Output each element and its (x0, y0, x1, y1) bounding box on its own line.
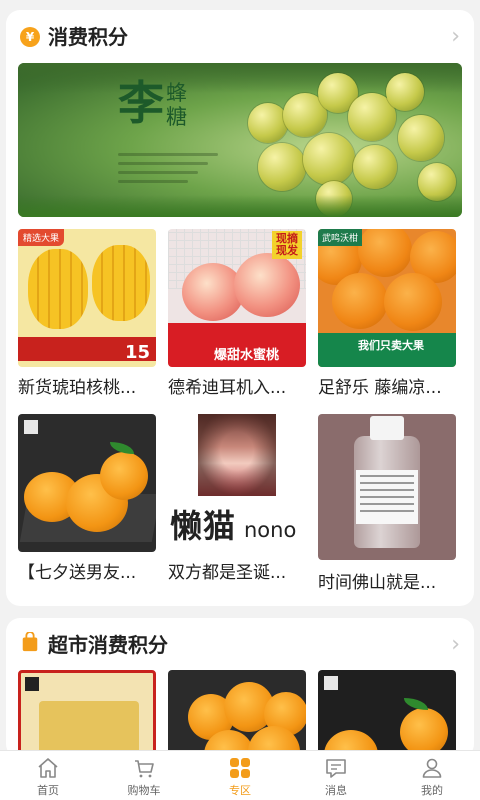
product-name: 新货琥珀核桃... (18, 378, 137, 398)
section-title: 消费积分 (48, 25, 128, 49)
product-card[interactable] (318, 670, 456, 758)
product-image: 现摘现发 爆甜水蜜桃 (168, 229, 306, 367)
tab-cart[interactable]: 购物车 (96, 751, 192, 800)
tab-home[interactable]: 首页 (0, 751, 96, 800)
product-card[interactable] (18, 670, 156, 758)
grid-icon (230, 758, 250, 778)
product-image: 武鸣沃柑 我们只卖大果 (318, 229, 456, 367)
promo-banner[interactable]: 李 蜂糖 (18, 63, 462, 217)
chevron-right-icon[interactable]: › (451, 26, 460, 48)
points-section: ¥ 消费积分 › 李 蜂糖 精选大果 15 新货琥珀核桃... 现摘现发 爆甜水… (6, 10, 474, 606)
product-image (18, 414, 156, 552)
banner-text-lines (118, 153, 218, 189)
bottom-tab-bar: 首页 购物车 专区 消息 我的 (0, 750, 480, 800)
supermarket-points-section: 超市消费积分 › (6, 618, 474, 758)
product-name: 德希迪耳机入... (168, 378, 287, 398)
home-icon (38, 758, 58, 778)
product-card[interactable] (168, 670, 306, 758)
tab-profile[interactable]: 我的 (384, 751, 480, 800)
cart-icon (135, 760, 154, 778)
product-name: 双方都是圣诞... (168, 563, 287, 583)
product-grid (18, 670, 462, 758)
section-title: 超市消费积分 (48, 633, 168, 657)
user-icon (422, 758, 442, 778)
section-header[interactable]: ¥ 消费积分 › (6, 10, 474, 66)
product-image (318, 414, 456, 560)
banner-subtitle: 蜂糖 (166, 81, 187, 129)
tab-messages[interactable]: 消息 (288, 751, 384, 800)
chevron-right-icon[interactable]: › (451, 634, 460, 656)
tab-zone[interactable]: 专区 (192, 751, 288, 800)
coin-icon: ¥ (20, 27, 40, 47)
banner-title: 李 (118, 76, 164, 130)
section-header[interactable]: 超市消费积分 › (6, 618, 474, 674)
product-name: 时间佛山就是... (318, 573, 437, 593)
shopping-bag-icon (22, 632, 38, 652)
product-image: 懒猫 nono (168, 414, 306, 552)
product-name: 【七夕送男友... (18, 563, 137, 583)
product-image: 精选大果 15 (18, 229, 156, 367)
message-icon (326, 759, 346, 778)
product-name: 足舒乐 藤编凉... (318, 378, 442, 398)
